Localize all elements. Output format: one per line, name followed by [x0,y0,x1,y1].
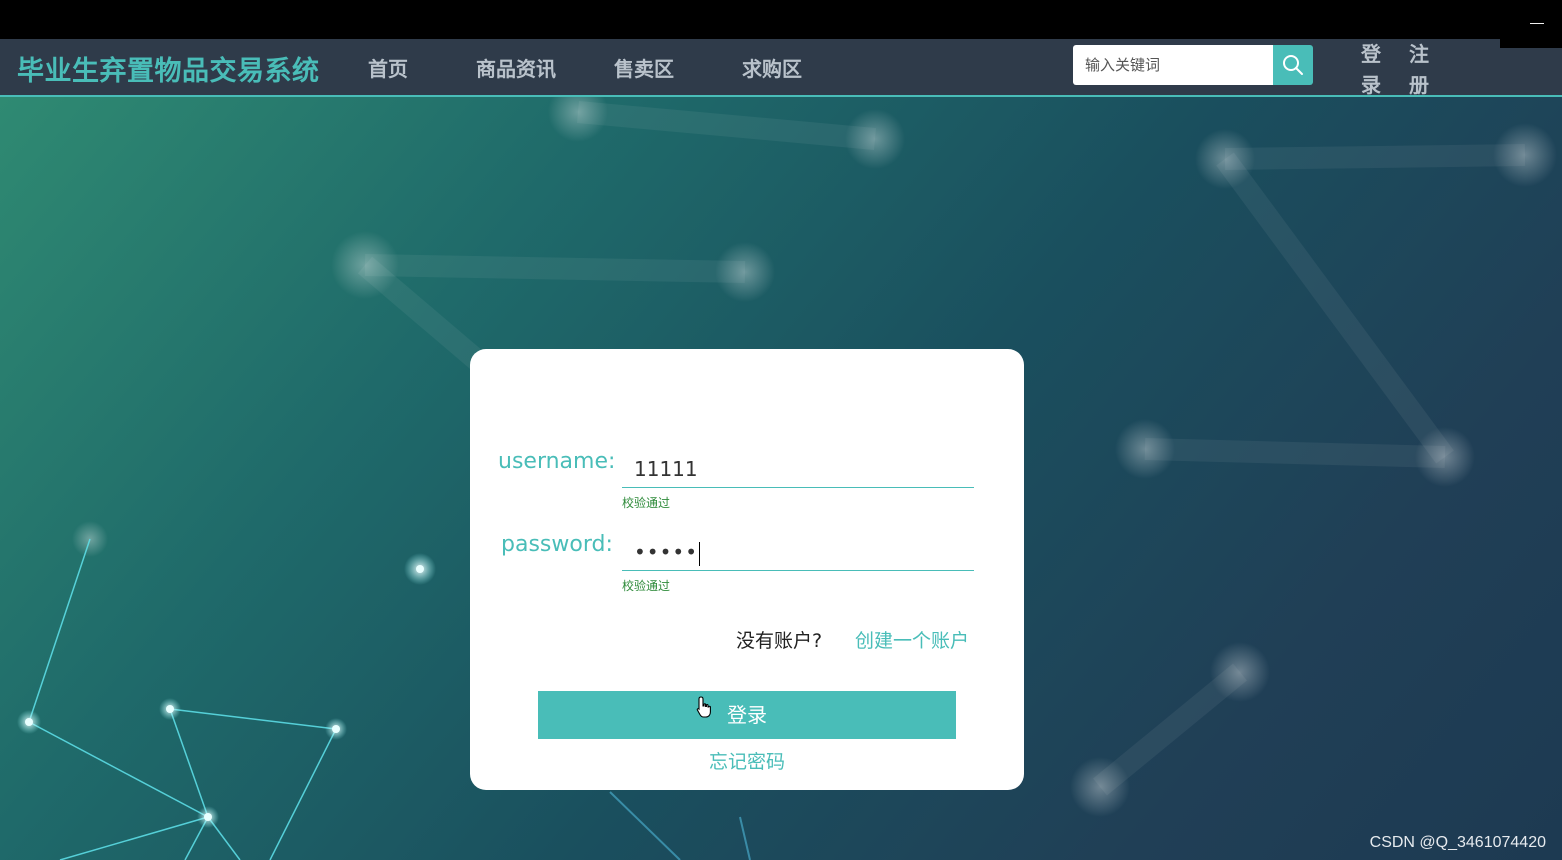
site-brand-title[interactable]: 毕业生弃置物品交易系统 [17,49,320,88]
hand-pointer-cursor-icon [696,696,711,718]
password-input[interactable]: ••••• [622,533,974,571]
no-account-text: 没有账户? [736,630,823,652]
search-icon [1283,55,1303,75]
create-account-link[interactable]: 创建一个账户 [855,626,969,653]
username-value: 11111 [634,457,698,481]
minimize-button[interactable]: — [1526,12,1548,32]
forgot-password-link[interactable]: 忘记密码 [470,747,1024,774]
window-titlebar: — [0,0,1562,39]
search-bar [1073,45,1313,85]
nav-link-sell[interactable]: 售卖区 [614,53,674,82]
login-submit-button[interactable]: 登录 [538,691,956,739]
search-input[interactable] [1073,45,1273,85]
nav-link-buy[interactable]: 求购区 [742,53,802,82]
password-masked-value: ••••• [634,540,698,564]
login-card: username: 11111 校验通过 password: ••••• 校验通… [470,349,1024,790]
password-label: password: [501,532,613,557]
csdn-watermark: CSDN @Q_3461074420 [1369,834,1546,851]
nav-link-home[interactable]: 首页 [368,53,408,82]
top-navbar: 毕业生弃置物品交易系统 首页 商品资讯 售卖区 求购区 登录 注册 [0,39,1562,97]
register-link[interactable]: 注册 [1407,39,1431,101]
text-caret [698,541,700,566]
password-validation-msg: 校验通过 [622,579,671,593]
search-button[interactable] [1273,45,1313,85]
titlebar-corner [1500,39,1562,48]
hero-background: username: 11111 校验通过 password: ••••• 校验通… [0,97,1562,860]
username-input[interactable]: 11111 [622,450,974,488]
username-label: username: [498,449,616,474]
nav-link-news[interactable]: 商品资讯 [476,53,556,82]
username-validation-msg: 校验通过 [622,496,671,510]
login-link[interactable]: 登录 [1359,39,1383,101]
